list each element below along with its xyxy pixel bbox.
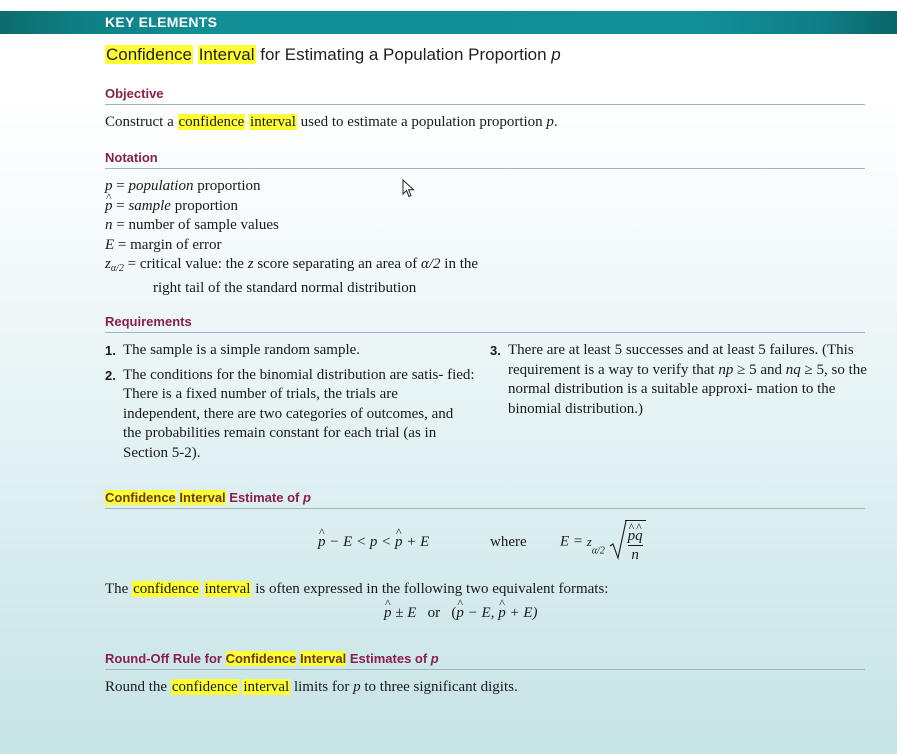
ci-inequality: p − E < p < p + E — [318, 525, 430, 551]
symbol-z-subscript: α/2 — [110, 263, 124, 274]
highlight-confidence: confidence — [177, 114, 246, 130]
highlight-interval: interval — [203, 581, 252, 597]
requirement-text: The conditions for the binomial distribu… — [123, 366, 475, 461]
radical-sign-icon — [609, 520, 627, 561]
page-title: Confidence Interval for Estimating a Pop… — [105, 45, 561, 65]
format-interval-mid: − E, — [463, 605, 499, 621]
highlight-interval: interval — [249, 114, 297, 130]
notation-heading: Notation — [105, 150, 865, 169]
requirement-item-1: 1. The sample is a simple random sample. — [105, 341, 475, 361]
notation-row-n: n = number of sample values — [105, 216, 478, 236]
notation-row-z-continued: right tail of the standard normal distri… — [153, 279, 417, 296]
roundoff-post: to three significant digits. — [360, 679, 518, 695]
heading-highlight-interval: Interval — [179, 490, 226, 505]
symbol-p-hat: p — [105, 188, 113, 217]
highlight-confidence: confidence — [170, 679, 239, 695]
notation-italic: sample — [128, 197, 171, 214]
symbol-e: E — [105, 236, 115, 253]
symbol-n: n — [105, 217, 113, 233]
heading-variable: p — [302, 490, 311, 505]
equals: = — [123, 256, 140, 272]
square-root: pq n — [609, 518, 646, 564]
notation-row-p: p = population proportion — [105, 177, 478, 197]
objective-post: used to estimate a population proportion — [296, 114, 547, 130]
formats-text: The confidence interval is often express… — [105, 580, 608, 600]
equals: = — [112, 197, 129, 214]
notation-text: margin of error — [130, 236, 222, 253]
equals: = — [114, 236, 131, 253]
requirement-number: 3. — [490, 343, 501, 358]
margin-of-error-formula: E = zα/2 pq n — [560, 518, 646, 564]
equivalent-formats: p ± E or (p − E, p + E) — [384, 596, 538, 622]
heading-text: Estimate of — [225, 490, 303, 505]
requirements-right-column: 3. There are at least 5 successes and at… — [490, 341, 868, 424]
requirement-nq: nq — [785, 361, 801, 378]
heading-highlight-confidence: Confidence — [225, 651, 297, 666]
notation-row-z: zα/2 = critical value: the z score separ… — [105, 255, 478, 279]
ci-estimate-heading: Confidence Interval Estimate of p — [105, 490, 865, 509]
title-highlight-confidence: Confidence — [105, 45, 194, 64]
fraction-numerator: pq — [627, 518, 643, 546]
highlight-confidence: confidence — [132, 581, 200, 597]
notation-text: number of sample values — [128, 217, 279, 233]
banner-title: KEY ELEMENTS — [105, 14, 218, 30]
inequality-right: + E — [402, 534, 430, 550]
requirement-item-3: 3. There are at least 5 successes and at… — [490, 341, 868, 419]
format-interval-end: + E) — [505, 605, 538, 621]
requirements-left-column: 1. The sample is a simple random sample.… — [105, 341, 475, 468]
e-z-subscript: α/2 — [591, 545, 605, 557]
notation-text: in the — [440, 256, 479, 272]
roundoff-pre: Round the — [105, 679, 171, 695]
requirement-text: The sample is a simple random sample. — [123, 342, 361, 358]
title-text: for Estimating a Population Proportion — [255, 45, 552, 64]
key-elements-banner: KEY ELEMENTS — [0, 11, 897, 34]
roundoff-variable: p — [353, 679, 361, 695]
notation-list: p = population proportion p = sample pro… — [105, 177, 478, 298]
inequality-left: − E < p < — [325, 534, 396, 550]
notation-row-p-hat: p = sample proportion — [105, 188, 478, 217]
notation-italic: population — [128, 178, 194, 194]
highlight-interval: interval — [242, 679, 291, 695]
equals: = — [112, 217, 129, 233]
heading-highlight-interval: Interval — [300, 651, 347, 666]
objective-text: Construct a confidence interval used to … — [105, 113, 558, 133]
format-or: or — [427, 605, 441, 621]
requirement-np: np — [718, 361, 734, 378]
roundoff-mid: limits for — [290, 679, 354, 695]
fraction-denominator: n — [631, 547, 639, 563]
title-highlight-interval: Interval — [197, 45, 256, 64]
heading-text: Round-Off Rule for — [105, 651, 226, 666]
heading-text: Estimates of — [346, 651, 431, 666]
equals: = — [112, 178, 129, 194]
where-label: where — [490, 534, 527, 550]
objective-end: . — [553, 114, 558, 130]
format-plus-minus: ± E — [391, 605, 417, 621]
notation-text: critical value: the — [139, 256, 248, 272]
mouse-cursor-icon — [402, 179, 415, 198]
requirements-heading: Requirements — [105, 314, 865, 333]
notation-row-e: E = margin of error — [105, 236, 478, 256]
heading-variable: p — [430, 651, 439, 666]
requirement-item-2: 2. The conditions for the binomial distr… — [105, 366, 475, 464]
title-variable: p — [551, 45, 561, 64]
requirement-number: 2. — [105, 367, 116, 383]
notation-text: proportion — [170, 197, 239, 214]
roundoff-heading: Round-Off Rule for Confidence Interval E… — [105, 651, 865, 670]
objective-pre: Construct a — [105, 114, 178, 130]
requirement-text: ≥ 5 and — [733, 361, 786, 378]
notation-text: score separating an area of — [253, 256, 421, 272]
notation-alpha: α/2 — [420, 256, 441, 272]
notation-text: proportion — [193, 178, 261, 194]
formats-pre: The — [105, 581, 133, 597]
roundoff-text: Round the confidence interval limits for… — [105, 678, 518, 698]
e-lhs: E = — [560, 533, 587, 550]
requirement-number: 1. — [105, 343, 116, 358]
objective-variable: p — [546, 114, 554, 130]
objective-heading: Objective — [105, 86, 865, 105]
heading-highlight-confidence: Confidence — [105, 490, 176, 505]
formats-post: is often expressed in the following two … — [251, 581, 609, 597]
